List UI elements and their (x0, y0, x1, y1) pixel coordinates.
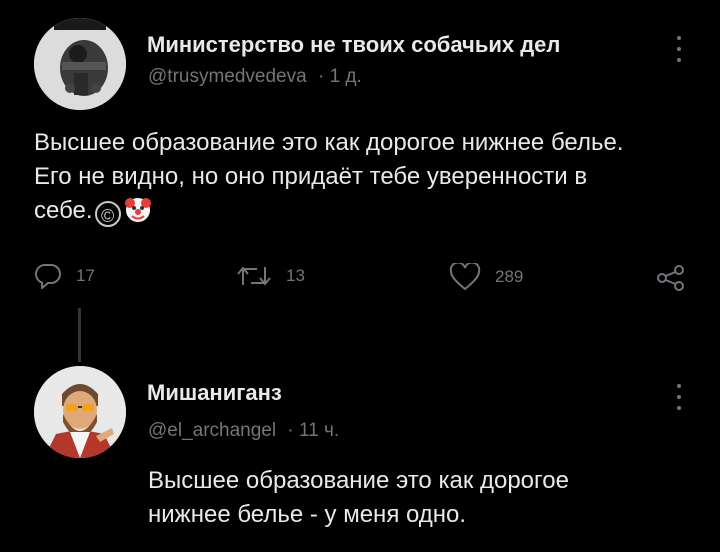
bearded-man-avatar-image (34, 366, 126, 458)
reply-more-icon[interactable] (675, 384, 683, 410)
like-count: 289 (495, 267, 524, 286)
share-action[interactable] (655, 264, 687, 292)
reply-text: Высшее образование это как дорогое нижне… (148, 467, 569, 528)
dog-avatar-image (34, 18, 126, 110)
author-handle[interactable]: @trusymedvedeva (148, 66, 307, 87)
reply-count: 17 (76, 266, 95, 285)
reply-icon (34, 263, 61, 289)
reply-action[interactable]: 17 (34, 263, 95, 289)
tweet-time[interactable]: · 1 д. (318, 66, 362, 87)
author-avatar[interactable] (34, 18, 126, 110)
thread-connector-line (78, 308, 81, 362)
like-icon (449, 263, 481, 291)
more-icon[interactable] (675, 36, 683, 62)
share-icon (657, 265, 684, 291)
retweet-action[interactable]: 13 (236, 263, 305, 289)
reply-author-handle[interactable]: @el_archangel (148, 420, 276, 441)
author-name[interactable]: Министерство не твоих собачьих дел (147, 32, 560, 58)
reply-handle-row: @el_archangel · 11 ч. (148, 420, 339, 442)
retweet-count: 13 (286, 266, 305, 285)
retweet-icon (237, 266, 271, 286)
like-action[interactable]: 289 (449, 263, 523, 291)
copyright-emoji: © (94, 201, 121, 227)
reply-author-avatar[interactable] (34, 366, 126, 458)
tweet-text-block: Высшее образование это как дорогое нижне… (34, 126, 624, 228)
reply-author-name[interactable]: Мишаниганз (147, 380, 282, 406)
reply-time[interactable]: · 11 ч. (287, 420, 339, 441)
author-handle-row: @trusymedvedeva · 1 д. (148, 66, 362, 88)
clown-face-icon (124, 198, 151, 222)
